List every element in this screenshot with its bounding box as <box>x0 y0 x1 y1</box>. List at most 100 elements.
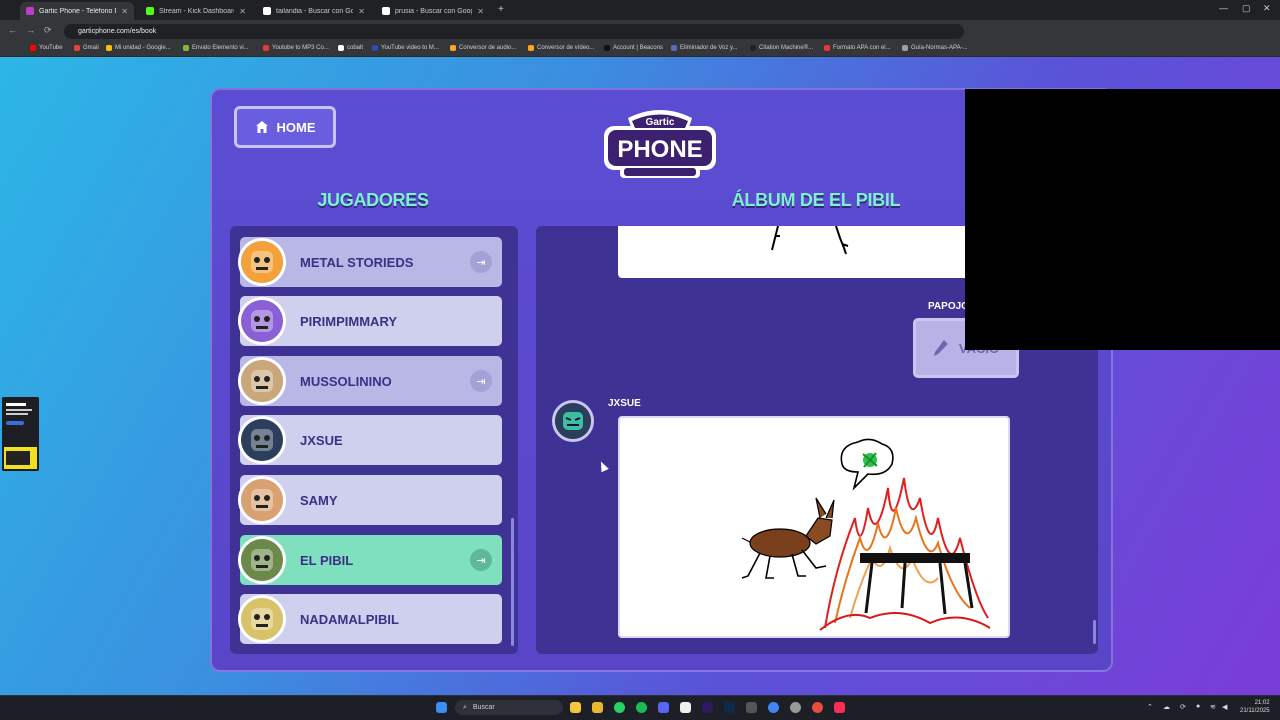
tab-close-icon[interactable]: ✕ <box>121 7 128 16</box>
home-label: HOME <box>276 119 316 135</box>
album-scrollbar[interactable] <box>1093 620 1096 644</box>
home-button[interactable]: HOME <box>234 106 336 148</box>
discord-icon[interactable] <box>658 702 669 713</box>
player-row[interactable]: SAMY <box>238 475 502 525</box>
document-icon[interactable] <box>680 702 691 713</box>
player-avatar <box>238 357 286 405</box>
bookmark-label: Mi unidad - Google... <box>115 45 171 51</box>
url-field[interactable]: garticphone.com/es/book <box>64 24 964 39</box>
tab-title: tailandia - Buscar con Google <box>276 7 354 15</box>
bookmark-icon <box>106 45 112 51</box>
browser-tab[interactable]: prusia - Buscar con Google ✕ <box>376 2 490 20</box>
photoshop-icon[interactable] <box>724 702 735 713</box>
bookmark-label: Account | Beacons <box>613 45 663 51</box>
bookmark-item[interactable]: Guía-Normas-APA-... <box>902 45 968 51</box>
player-avatar <box>238 416 286 464</box>
players-heading: JUGADORES <box>317 190 429 210</box>
player-avatar <box>238 595 286 643</box>
app-icon-2[interactable] <box>790 702 801 713</box>
player-avatar <box>238 536 286 584</box>
player-row[interactable]: METAL STORIEDS ⇥ <box>238 237 502 287</box>
tray-sync-icon[interactable]: ⟳ <box>1180 703 1186 711</box>
reload-icon[interactable]: ⟳ <box>44 25 52 36</box>
tab-close-icon[interactable]: ✕ <box>477 7 484 16</box>
bookmark-item[interactable]: Conversor de vídeo... <box>528 45 594 51</box>
bookmark-item[interactable]: Conversor de audio... <box>450 45 516 51</box>
player-row[interactable]: MUSSOLININO ⇥ <box>238 356 502 406</box>
chrome-icon[interactable] <box>768 702 779 713</box>
player-name: NADAMALPIBIL <box>300 611 399 627</box>
player-name: METAL STORIEDS <box>300 254 414 270</box>
bookmark-icon <box>671 45 677 51</box>
tray-chevron-icon[interactable]: ⌃ <box>1147 703 1153 711</box>
bookmark-icon <box>450 45 456 51</box>
clock[interactable]: 21:02 21/11/2025 <box>1240 699 1270 715</box>
bookmark-item[interactable]: YouTube video to M... <box>372 45 439 51</box>
bookmark-item[interactable]: Envato Elemento vi... <box>183 45 249 51</box>
bookmark-item[interactable]: Account | Beacons <box>604 45 663 51</box>
bookmark-item[interactable]: cobalt <box>338 45 363 51</box>
previous-drawing <box>618 226 978 278</box>
bookmark-label: Gmail <box>83 45 99 51</box>
new-tab-button[interactable]: + <box>498 4 504 15</box>
close-window-icon[interactable]: ✕ <box>1263 3 1271 14</box>
drawing-canvas <box>618 416 1010 638</box>
bookmark-item[interactable]: Mi unidad - Google... <box>106 45 171 51</box>
player-row[interactable]: NADAMALPIBIL <box>238 594 502 644</box>
bookmark-item[interactable]: Eliminador de Voz y... <box>671 45 738 51</box>
taskbar-search[interactable]: ⌕ Buscar <box>455 700 563 715</box>
home-icon <box>255 121 268 133</box>
player-avatar <box>238 297 286 345</box>
browser-tab[interactable]: tailandia - Buscar con Google ✕ <box>257 2 371 20</box>
folder-icon[interactable] <box>592 702 603 713</box>
browser-tab[interactable]: Gartic Phone - Teléfono Descon ✕ <box>20 2 134 20</box>
tray-wifi-icon[interactable]: ≋ <box>1210 703 1216 711</box>
bookmark-label: Citation Machine®... <box>759 45 814 51</box>
players-list[interactable]: METAL STORIEDS ⇥ PIRIMPIMMARY MUSSOLININO ⇥ J… <box>230 226 518 654</box>
tab-title: Gartic Phone - Teléfono Descon <box>39 7 116 15</box>
file-explorer-icon[interactable] <box>570 702 581 713</box>
bookmark-item[interactable]: Youtube to MP3 Co... <box>263 45 329 51</box>
forward-icon[interactable]: → <box>26 25 35 35</box>
player-row[interactable]: PIRIMPIMMARY <box>238 296 502 346</box>
tray-cloud-icon[interactable]: ☁ <box>1163 703 1170 711</box>
whatsapp-icon[interactable] <box>614 702 625 713</box>
bookmark-label: Guía-Normas-APA-... <box>911 45 968 51</box>
spotify-icon[interactable] <box>636 702 647 713</box>
bookmark-item[interactable]: Citation Machine®... <box>750 45 813 51</box>
obs-icon[interactable] <box>812 702 823 713</box>
browser-tab[interactable]: Stream - Kick Dashboard ✕ <box>140 2 252 20</box>
player-avatar <box>238 476 286 524</box>
bookmark-icon <box>30 45 36 51</box>
kick-player-icon[interactable]: ⇥ <box>470 370 492 392</box>
search-icon: ⌕ <box>463 703 467 711</box>
bookmark-label: cobalt <box>347 45 364 51</box>
tab-close-icon[interactable]: ✕ <box>239 7 246 16</box>
kick-player-icon[interactable]: ⇥ <box>470 549 492 571</box>
logo-bottom-text: PHONE <box>617 136 702 163</box>
bookmark-icon <box>74 45 80 51</box>
player-row[interactable]: EL PIBIL ⇥ <box>238 535 502 585</box>
bookmark-item[interactable]: Gmail <box>74 45 99 51</box>
maximize-icon[interactable]: ▢ <box>1242 3 1251 14</box>
side-ad-banner[interactable] <box>2 397 39 471</box>
kick-player-icon[interactable]: ⇥ <box>470 251 492 273</box>
tray-mic-icon[interactable]: ● <box>1196 703 1200 710</box>
tab-favicon-icon <box>263 7 271 15</box>
minimize-icon[interactable]: — <box>1219 3 1228 13</box>
premiere-icon[interactable] <box>702 702 713 713</box>
tray-volume-icon[interactable]: ◀ <box>1222 703 1227 711</box>
tiktok-icon[interactable] <box>834 702 845 713</box>
bookmark-icon <box>528 45 534 51</box>
bookmark-item[interactable]: Formato APA con el... <box>824 45 891 51</box>
bookmark-label: Conversor de vídeo... <box>537 45 595 51</box>
players-scrollbar[interactable] <box>511 518 514 646</box>
player-row[interactable]: JXSUE <box>238 415 502 465</box>
tab-close-icon[interactable]: ✕ <box>358 7 365 16</box>
app-icon[interactable] <box>746 702 757 713</box>
bookmark-item[interactable]: YouTube <box>30 45 63 51</box>
bookmark-label: Eliminador de Voz y... <box>680 45 738 51</box>
bookmark-icon <box>902 45 908 51</box>
back-icon[interactable]: ← <box>8 25 17 35</box>
start-icon[interactable] <box>436 702 447 713</box>
